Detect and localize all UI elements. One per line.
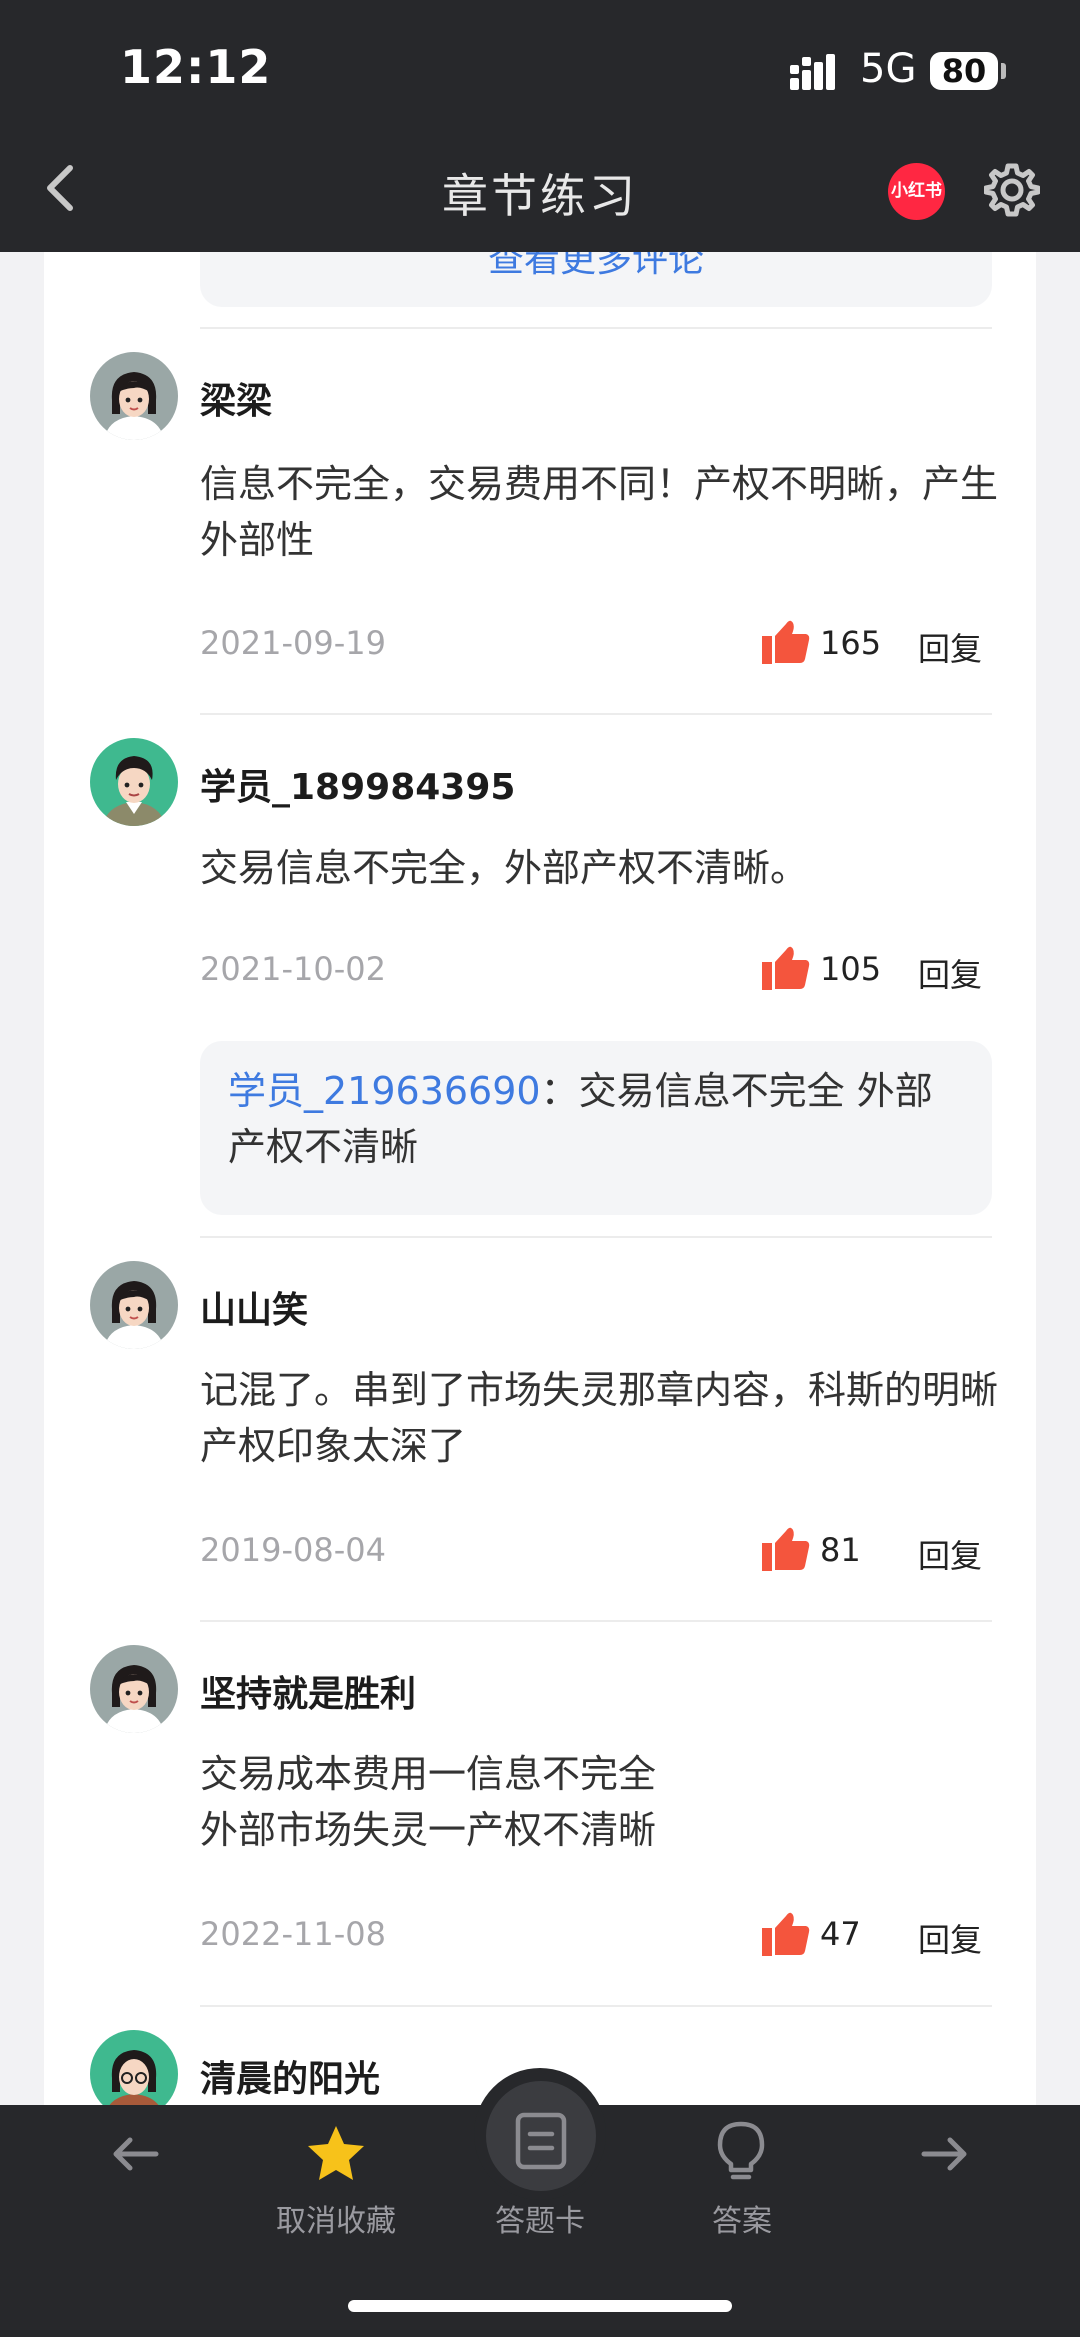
reply-button[interactable]: 回复 <box>918 1531 982 1577</box>
comment-username[interactable]: 学员_189984395 <box>200 758 515 810</box>
divider <box>200 1620 992 1622</box>
gear-icon[interactable] <box>984 162 1040 218</box>
reply-username[interactable]: 学员_219636690 <box>228 1069 541 1113</box>
reply-button[interactable]: 回复 <box>918 950 982 996</box>
comment-text: 记混了。串到了市场失灵那章内容，科斯的明晰产权印象太深了 <box>200 1368 999 1468</box>
comment-text: 交易信息不完全，外部产权不清晰。 <box>200 846 809 890</box>
reply-button[interactable]: 回复 <box>918 624 982 670</box>
comment-text-line-1: 交易成本费用一信息不完全 <box>200 1752 657 1796</box>
thumbs-up-icon[interactable] <box>760 944 810 990</box>
status-time: 12:12 <box>120 40 272 94</box>
next-arrow-icon[interactable] <box>920 2134 970 2174</box>
thumbs-up-icon[interactable] <box>760 1910 810 1956</box>
comment-text-line-2: 外部市场失灵一产权不清晰 <box>200 1808 657 1852</box>
thumbs-up-icon[interactable] <box>760 618 810 664</box>
thumbs-up-icon[interactable] <box>760 1525 810 1571</box>
divider <box>200 1236 992 1238</box>
battery-cap <box>1001 63 1006 79</box>
comment-username[interactable]: 梁梁 <box>200 372 272 424</box>
comment-date: 2022-11-08 <box>200 1915 386 1953</box>
comment-username[interactable]: 山山笑 <box>200 1281 308 1333</box>
answer-label[interactable]: 答案 <box>642 2196 842 2240</box>
comment-date: 2019-08-04 <box>200 1531 386 1569</box>
comment-text: 信息不完全，交易费用不同！产权不明晰，产生外部性 <box>200 462 999 562</box>
lightbulb-icon[interactable] <box>714 2120 768 2182</box>
reply-content: 学员_219636690：交易信息不完全 外部产权不清晰 <box>228 1063 968 1175</box>
battery-level: 80 <box>930 52 998 90</box>
divider <box>200 713 992 715</box>
signal-icon <box>790 54 835 90</box>
male-avatar-icon <box>90 738 178 826</box>
comment-date: 2021-09-19 <box>200 624 386 662</box>
avatar[interactable] <box>90 1261 178 1349</box>
unfavorite-label[interactable]: 取消收藏 <box>236 2196 436 2240</box>
divider <box>200 2005 992 2007</box>
female-avatar-icon <box>90 1261 178 1349</box>
comment-date: 2021-10-02 <box>200 950 386 988</box>
like-count: 165 <box>820 624 882 662</box>
reply-box: 学员_219636690：交易信息不完全 外部产权不清晰 <box>200 1041 992 1215</box>
avatar[interactable] <box>90 1645 178 1733</box>
previous-arrow-icon[interactable] <box>110 2134 160 2174</box>
answer-card-icon <box>515 2112 567 2170</box>
star-icon[interactable] <box>306 2124 366 2182</box>
comment-username[interactable]: 清晨的阳光 <box>200 2050 380 2102</box>
reply-button[interactable]: 回复 <box>918 1915 982 1961</box>
network-label: 5G <box>860 46 917 92</box>
avatar[interactable] <box>90 738 178 826</box>
avatar[interactable] <box>90 352 178 440</box>
like-count: 81 <box>820 1531 861 1569</box>
answer-card-label[interactable]: 答题卡 <box>440 2196 640 2240</box>
like-count: 47 <box>820 1915 861 1953</box>
xiaohongshu-badge[interactable]: 小红书 <box>888 163 945 220</box>
like-count: 105 <box>820 950 882 988</box>
reply-separator: ： <box>540 1069 579 1113</box>
more-replies-box[interactable]: 查看更多评论 <box>200 252 992 307</box>
home-indicator[interactable] <box>348 2300 732 2312</box>
more-replies-link[interactable]: 查看更多评论 <box>200 252 992 282</box>
female-avatar-icon <box>90 1645 178 1733</box>
comment-username[interactable]: 坚持就是胜利 <box>200 1665 416 1717</box>
divider <box>200 327 992 329</box>
female-avatar-icon <box>90 352 178 440</box>
